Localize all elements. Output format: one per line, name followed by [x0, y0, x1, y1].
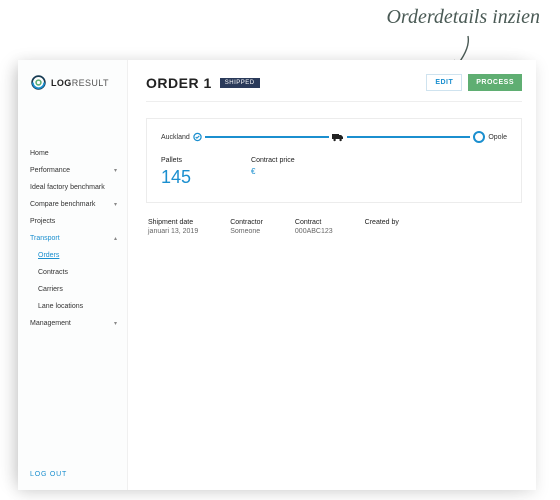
sidebar: LOGRESULT Home Performance ▾ Ideal facto…: [18, 60, 128, 490]
header-actions: EDIT PROCESS: [426, 74, 522, 91]
logo-text: LOGRESULT: [51, 78, 109, 88]
metric-contract-price: Contract price €: [251, 157, 295, 188]
chevron-down-icon: ▾: [114, 320, 117, 327]
meta-contractor: Contractor Someone: [230, 219, 263, 235]
handwritten-annotation: Orderdetails inzien: [386, 6, 540, 29]
app-window: LOGRESULT Home Performance ▾ Ideal facto…: [18, 60, 536, 490]
sidebar-item-performance[interactable]: Performance ▾: [18, 162, 127, 179]
meta-created-by: Created by: [365, 219, 399, 235]
sidebar-item-carriers[interactable]: Carriers: [18, 281, 127, 298]
sidebar-item-ideal-factory[interactable]: Ideal factory benchmark: [18, 179, 127, 196]
meta-shipment-date: Shipment date januari 13, 2019: [148, 219, 198, 235]
logo-icon: [30, 74, 47, 91]
sidebar-item-home[interactable]: Home: [18, 145, 127, 162]
order-card: Auckland Opole Pallets 145 Contract: [146, 118, 522, 203]
chevron-down-icon: ▾: [114, 201, 117, 208]
logout-link[interactable]: LOG OUT: [30, 471, 67, 478]
chevron-up-icon: ▴: [114, 235, 117, 242]
metric-value: €: [251, 167, 295, 176]
order-meta: Shipment date januari 13, 2019 Contracto…: [146, 213, 522, 241]
page-title: ORDER 1: [146, 75, 212, 91]
metric-pallets: Pallets 145: [161, 157, 191, 188]
meta-contract: Contract 000ABC123: [295, 219, 333, 235]
sidebar-item-projects[interactable]: Projects: [18, 213, 127, 230]
main-content: ORDER 1 SHIPPED EDIT PROCESS Auckland: [128, 60, 536, 490]
edit-button[interactable]: EDIT: [426, 74, 462, 91]
truck-icon: [332, 133, 344, 142]
sidebar-item-lane-locations[interactable]: Lane locations: [18, 298, 127, 315]
check-circle-icon: [193, 133, 202, 142]
metrics: Pallets 145 Contract price €: [161, 157, 507, 188]
nav: Home Performance ▾ Ideal factory benchma…: [18, 105, 127, 332]
chevron-down-icon: ▾: [114, 167, 117, 174]
status-badge: SHIPPED: [220, 78, 260, 88]
metric-label: Pallets: [161, 157, 191, 164]
sidebar-item-transport[interactable]: Transport ▴: [18, 230, 127, 247]
route-end-dot-icon: [473, 131, 485, 143]
logo: LOGRESULT: [18, 72, 127, 105]
route-from: Auckland: [161, 134, 190, 141]
sidebar-item-orders[interactable]: Orders: [18, 247, 127, 264]
metric-label: Contract price: [251, 157, 295, 164]
sidebar-item-management[interactable]: Management ▾: [18, 315, 127, 332]
metric-value: 145: [161, 167, 191, 188]
sidebar-item-contracts[interactable]: Contracts: [18, 264, 127, 281]
sidebar-item-compare-benchmark[interactable]: Compare benchmark ▾: [18, 196, 127, 213]
process-button[interactable]: PROCESS: [468, 74, 522, 91]
route-progress: Auckland Opole: [161, 131, 507, 143]
page-header: ORDER 1 SHIPPED EDIT PROCESS: [146, 74, 522, 102]
route-to: Opole: [488, 134, 507, 141]
